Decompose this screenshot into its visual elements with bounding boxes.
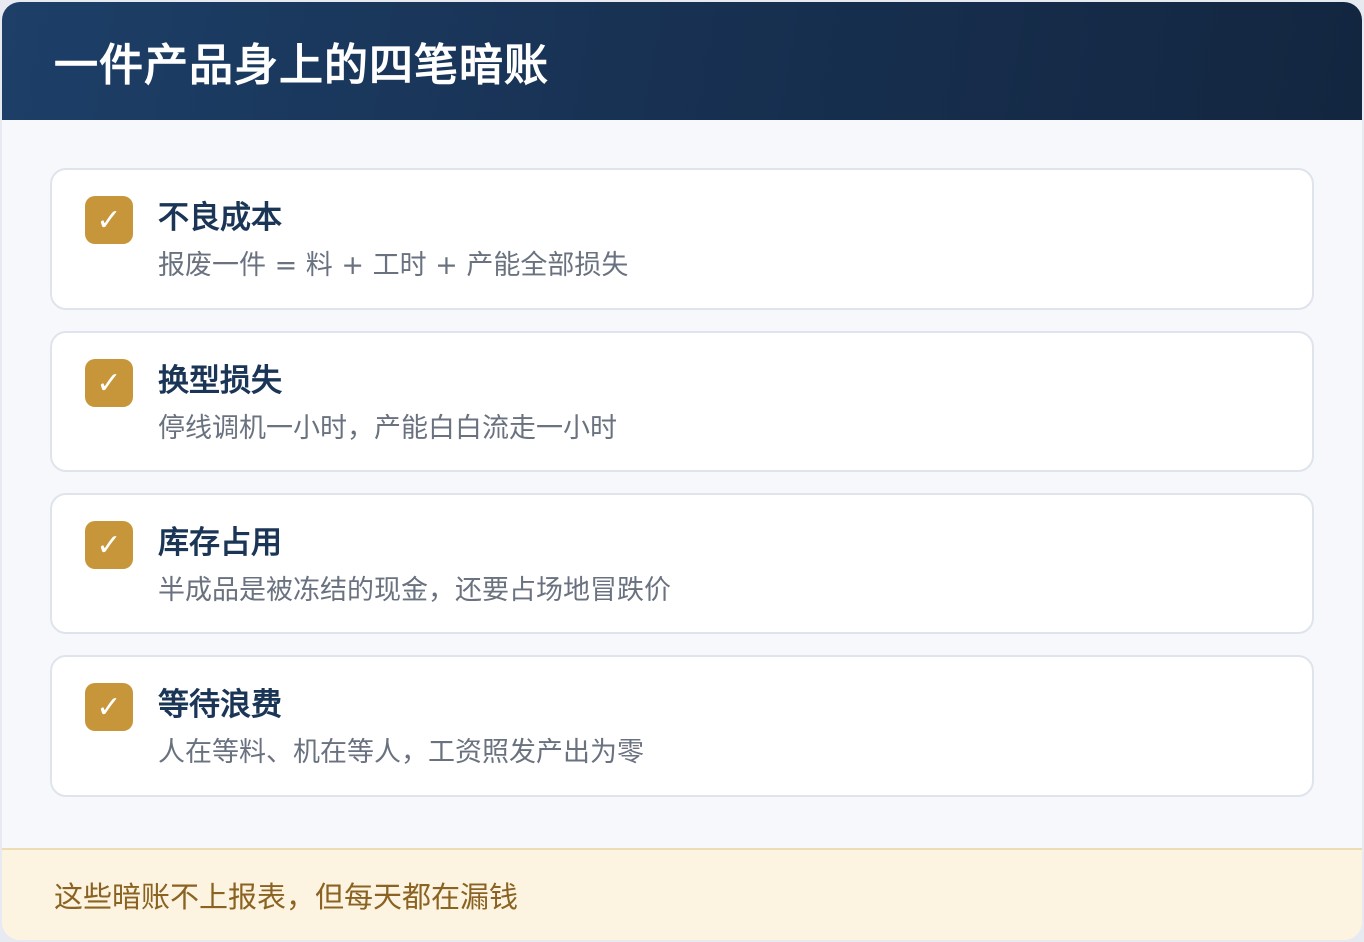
item-title: 等待浪费 bbox=[158, 687, 282, 723]
list-item-defect-cost: ✓ 不良成本 报废一件 = 料 + 工时 + 产能全部损失 bbox=[50, 168, 1314, 310]
page-title: 一件产品身上的四笔暗账 bbox=[54, 40, 549, 91]
item-title: 库存占用 bbox=[158, 525, 282, 561]
checkmark-icon: ✓ bbox=[85, 196, 133, 244]
item-description: 停线调机一小时，产能白白流走一小时 bbox=[158, 413, 617, 444]
cost-list: ✓ 不良成本 报废一件 = 料 + 工时 + 产能全部损失 ✓ 换型损失 停线调… bbox=[50, 168, 1314, 818]
footer-text: 这些暗账不上报表，但每天都在漏钱 bbox=[54, 880, 519, 914]
list-item-waiting-waste: ✓ 等待浪费 人在等料、机在等人，工资照发产出为零 bbox=[50, 655, 1314, 797]
infographic-card: 一件产品身上的四笔暗账 ✓ 不良成本 报废一件 = 料 + 工时 + 产能全部损… bbox=[2, 2, 1362, 940]
item-title: 不良成本 bbox=[158, 200, 282, 236]
item-description: 人在等料、机在等人，工资照发产出为零 bbox=[158, 737, 644, 768]
checkmark-icon: ✓ bbox=[85, 683, 133, 731]
list-item-inventory: ✓ 库存占用 半成品是被冻结的现金，还要占场地冒跌价 bbox=[50, 493, 1314, 634]
item-description: 报废一件 = 料 + 工时 + 产能全部损失 bbox=[158, 250, 629, 281]
list-item-changeover-loss: ✓ 换型损失 停线调机一小时，产能白白流走一小时 bbox=[50, 331, 1314, 472]
header-banner: 一件产品身上的四笔暗账 bbox=[2, 2, 1362, 120]
checkmark-icon: ✓ bbox=[85, 359, 133, 407]
checkmark-icon: ✓ bbox=[85, 521, 133, 569]
footer-note: 这些暗账不上报表，但每天都在漏钱 bbox=[2, 848, 1362, 940]
item-description: 半成品是被冻结的现金，还要占场地冒跌价 bbox=[158, 575, 671, 606]
item-title: 换型损失 bbox=[158, 363, 282, 399]
